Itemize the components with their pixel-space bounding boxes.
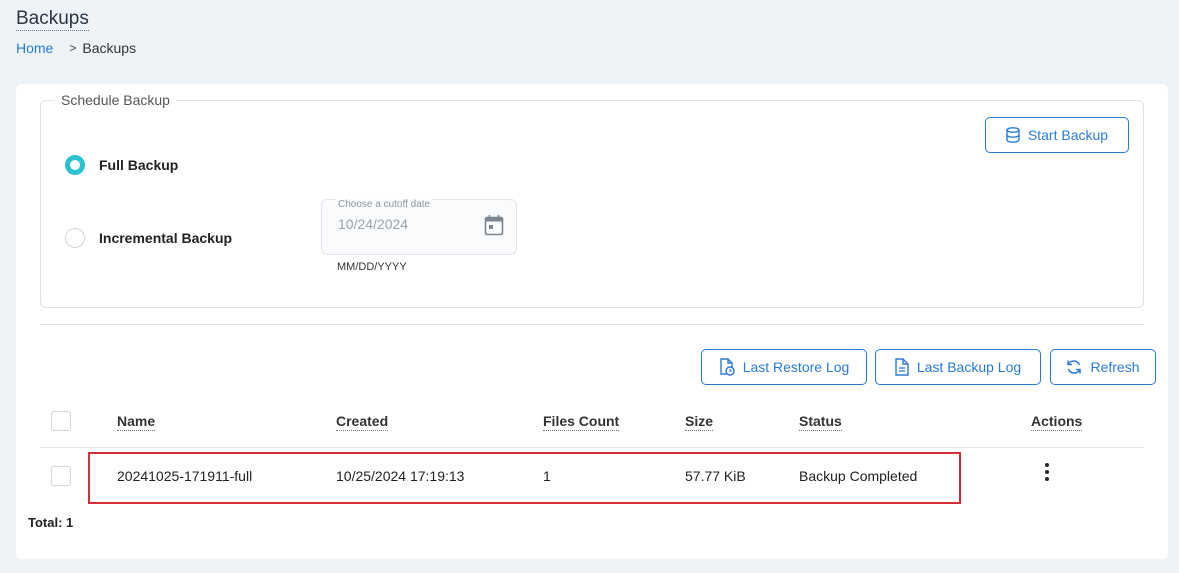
last-backup-log-label: Last Backup Log: [916, 359, 1022, 375]
start-backup-label: Start Backup: [1027, 127, 1109, 143]
incremental-backup-option[interactable]: Incremental Backup: [65, 228, 232, 248]
cutoff-date-field[interactable]: Choose a cutoff date 10/24/2024: [321, 199, 517, 255]
incremental-backup-label: Incremental Backup: [99, 230, 233, 246]
file-clock-icon: [719, 358, 735, 376]
column-header-actions: Actions: [1031, 413, 1083, 431]
select-all-checkbox[interactable]: [51, 411, 71, 431]
total-count: Total: 1: [28, 515, 74, 530]
schedule-backup-fieldset: Schedule Backup Full Backup Incremental …: [40, 92, 1144, 308]
full-backup-label: Full Backup: [99, 157, 179, 173]
backups-card: Schedule Backup Full Backup Incremental …: [16, 84, 1168, 559]
breadcrumb-current: Backups: [82, 40, 137, 56]
cutoff-date-value[interactable]: 10/24/2024: [338, 216, 408, 232]
database-icon: [1006, 127, 1020, 143]
row-status: Backup Completed: [799, 468, 918, 484]
row-size: 57.77 KiB: [685, 468, 746, 484]
table-row[interactable]: 20241025-171911-full 10/25/2024 17:19:13…: [40, 449, 1144, 501]
section-divider: [40, 324, 1144, 325]
refresh-label: Refresh: [1090, 359, 1140, 375]
cutoff-date-label: Choose a cutoff date: [336, 199, 433, 210]
row-actions-menu-icon[interactable]: [1042, 463, 1052, 485]
column-header-status[interactable]: Status: [799, 412, 842, 431]
table-header: Name Created Files Count Size Status Act…: [40, 404, 1144, 448]
column-header-size[interactable]: Size: [685, 412, 714, 431]
last-restore-log-label: Last Restore Log: [742, 359, 850, 375]
refresh-button[interactable]: Refresh: [1050, 349, 1156, 385]
row-files-count: 1: [543, 468, 551, 484]
file-text-icon: [895, 358, 909, 376]
row-name: 20241025-171911-full: [117, 468, 253, 484]
last-backup-log-button[interactable]: Last Backup Log: [875, 349, 1041, 385]
column-header-created[interactable]: Created: [336, 412, 389, 431]
start-backup-button[interactable]: Start Backup: [985, 117, 1129, 153]
schedule-backup-legend: Schedule Backup: [55, 92, 176, 108]
refresh-icon: [1067, 360, 1082, 374]
breadcrumb-separator: >: [69, 41, 77, 55]
row-checkbox[interactable]: [51, 466, 71, 486]
cutoff-date-hint: MM/DD/YYYY: [337, 261, 407, 273]
calendar-icon[interactable]: [484, 214, 504, 236]
incremental-backup-radio[interactable]: [65, 228, 85, 248]
breadcrumb: Home > Backups: [16, 40, 136, 56]
breadcrumb-home-link[interactable]: Home: [16, 40, 53, 56]
column-header-name[interactable]: Name: [117, 412, 156, 431]
row-created: 10/25/2024 17:19:13: [336, 468, 465, 484]
column-header-files-count[interactable]: Files Count: [543, 412, 620, 431]
last-restore-log-button[interactable]: Last Restore Log: [701, 349, 867, 385]
full-backup-option[interactable]: Full Backup: [65, 155, 178, 175]
page-title: Backups: [16, 8, 89, 31]
full-backup-radio[interactable]: [65, 155, 85, 175]
